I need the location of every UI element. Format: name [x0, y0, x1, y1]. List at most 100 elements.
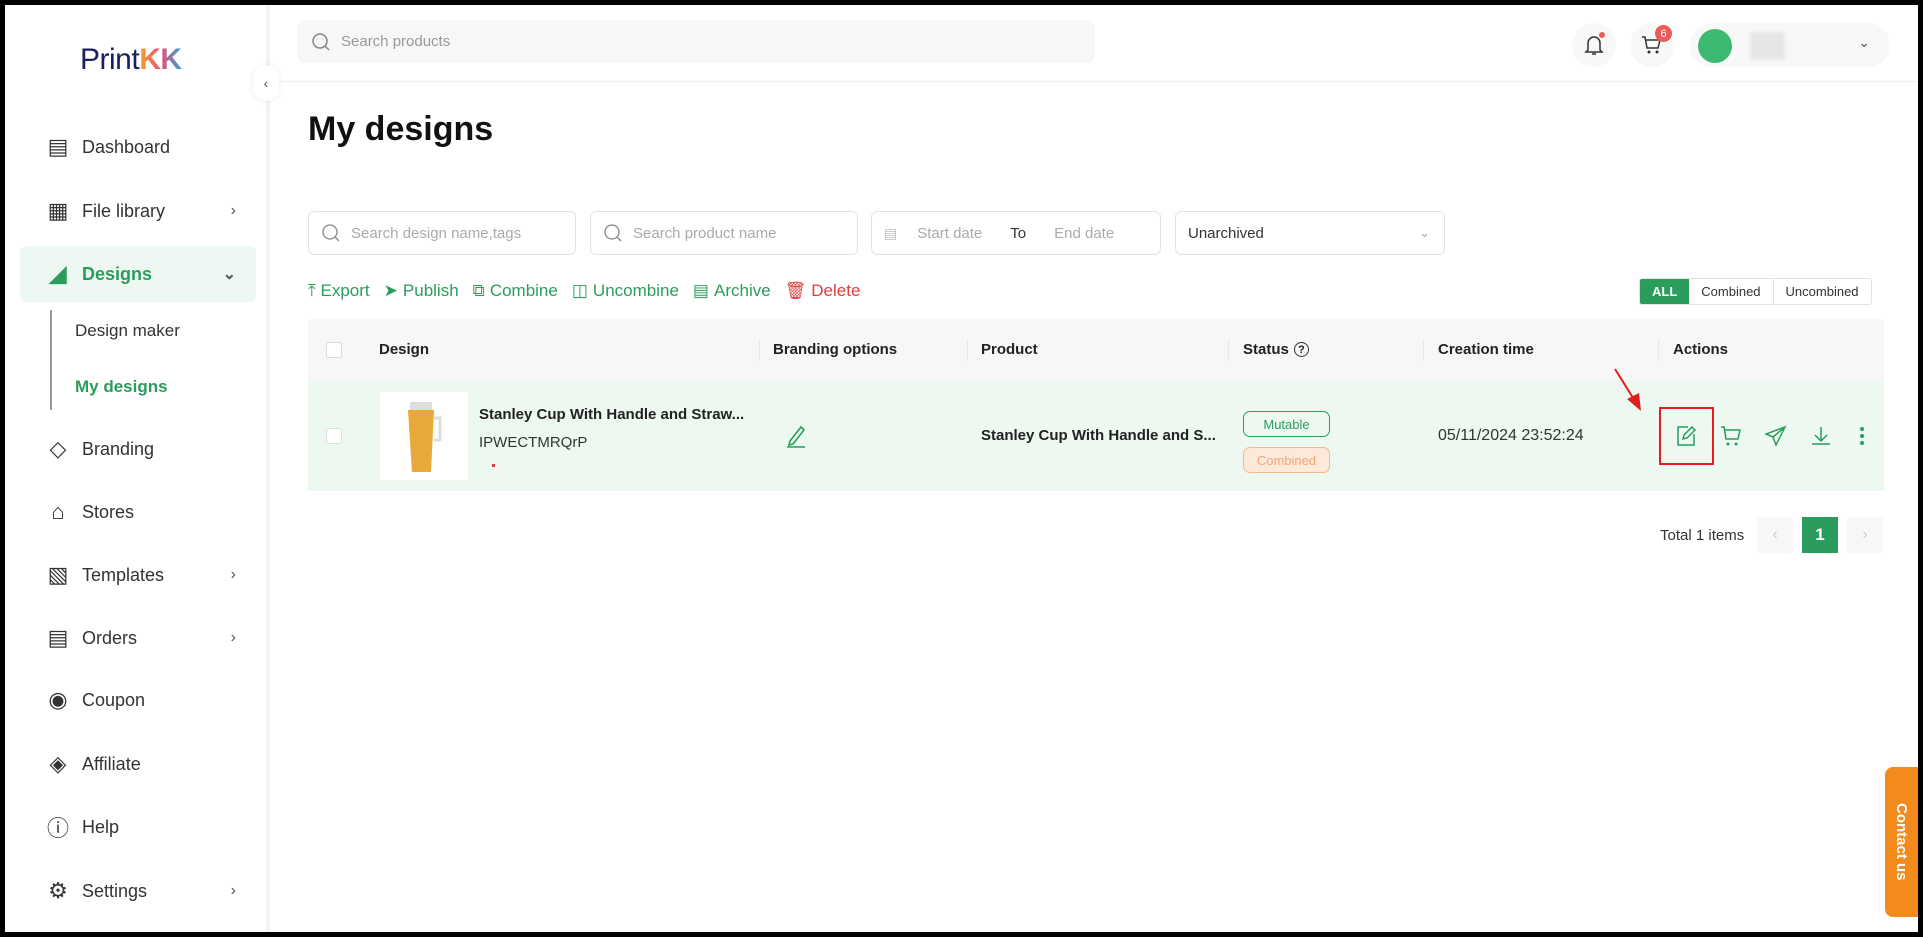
contact-us-button[interactable]: Contact us	[1885, 767, 1918, 917]
trash-icon: 🗑	[784, 281, 807, 300]
sidebar-item-label: Orders	[82, 627, 138, 648]
sidebar-item-coupon[interactable]: ◉ Coupon	[20, 672, 256, 728]
notifications-button[interactable]	[1572, 23, 1616, 67]
app-window: PrintKK ▤ Dashboard ▦ File library › ◢ Designs…	[5, 5, 1918, 932]
download-button[interactable]	[1809, 380, 1833, 491]
label: Contact us	[1893, 803, 1910, 881]
design-search-input[interactable]: Search design name,tags	[308, 211, 576, 255]
edit-icon	[1677, 425, 1697, 446]
sidebar: PrintKK ▤ Dashboard ▦ File library › ◢ Designs…	[5, 5, 270, 932]
logo[interactable]: PrintKK	[80, 43, 182, 77]
sidebar-item-settings[interactable]: ⚙ Settings ›	[20, 863, 256, 919]
tumbler-image	[408, 402, 442, 472]
download-icon	[1812, 426, 1830, 445]
sidebar-item-stores[interactable]: ⌂ Stores	[20, 484, 256, 540]
select-all-checkbox[interactable]	[326, 341, 342, 358]
status-badge-mutable: Mutable	[1243, 411, 1330, 437]
placeholder: Search product name	[633, 224, 777, 242]
sidebar-item-label: Affiliate	[82, 753, 141, 774]
date-range-picker[interactable]: ▤ Start date To End date	[871, 211, 1161, 255]
sidebar-item-label: Coupon	[82, 689, 146, 710]
archive-select[interactable]: Unarchived ⌄	[1175, 211, 1445, 255]
product-search-input[interactable]: Search products	[297, 20, 1095, 63]
delete-button[interactable]: 🗑 Delete	[785, 281, 861, 301]
affiliate-icon: ◈	[49, 751, 67, 776]
segment-combined[interactable]: Combined	[1689, 279, 1772, 304]
chevron-icon: ›	[230, 202, 236, 219]
user-menu[interactable]: ⌄	[1690, 23, 1890, 67]
add-to-cart-button[interactable]	[1719, 380, 1743, 491]
edit-design-button[interactable]	[1674, 380, 1698, 491]
export-button[interactable]: ⤒ Export	[308, 281, 370, 301]
design-thumbnail[interactable]	[380, 392, 468, 480]
archive-button[interactable]: ▤ Archive	[693, 281, 771, 301]
sidebar-item-branding[interactable]: ◇ Branding	[20, 421, 256, 477]
logo-text: Print	[80, 43, 140, 76]
templates-icon: ▧	[47, 562, 69, 587]
sidebar-subitem-my-designs[interactable]: My designs	[75, 377, 168, 397]
design-id: IPWECTMRQrP	[479, 434, 588, 451]
sidebar-subitem-design-maker[interactable]: Design maker	[75, 321, 180, 341]
logo-kk: KK	[139, 43, 182, 76]
uncombine-button[interactable]: ◫ Uncombine	[572, 281, 679, 301]
combine-filter: ALL Combined Uncombined	[1639, 278, 1872, 305]
chevron-icon: ›	[230, 566, 236, 583]
combine-button[interactable]: ⧉ Combine	[473, 281, 558, 301]
segment-all[interactable]: ALL	[1640, 279, 1690, 304]
uncombine-icon: ◫	[571, 281, 588, 300]
send-icon	[1764, 425, 1787, 447]
segment-uncombined[interactable]: Uncombined	[1772, 279, 1871, 304]
search-icon	[604, 224, 622, 242]
sidebar-item-label: Branding	[82, 438, 155, 459]
page-1-button[interactable]: 1	[1802, 517, 1838, 553]
notification-dot	[1599, 32, 1605, 38]
cart-icon	[1721, 425, 1741, 445]
sidebar-item-file-library[interactable]: ▦ File library ›	[20, 183, 256, 239]
publish-button[interactable]: ➤ Publish	[384, 281, 459, 301]
tag-icon: ◇	[49, 436, 67, 461]
start-date[interactable]: Start date	[917, 225, 982, 242]
edit-branding-button[interactable]	[784, 380, 808, 491]
page-title: My designs	[308, 110, 494, 148]
coupon-icon: ◉	[48, 687, 68, 712]
next-page-button[interactable]: ›	[1847, 517, 1883, 553]
help-icon: ⓘ	[46, 816, 69, 841]
sidebar-item-help[interactable]: ⓘ Help	[20, 799, 256, 855]
help-icon[interactable]: ?	[1293, 342, 1309, 357]
designs-icon: ◢	[49, 261, 67, 286]
product-name-search-input[interactable]: Search product name	[590, 211, 858, 255]
search-icon	[322, 224, 340, 242]
chevron-left-icon: ‹	[263, 75, 269, 91]
total-items: Total 1 items	[1660, 526, 1745, 544]
placeholder: Search design name,tags	[351, 224, 522, 242]
more-actions-button[interactable]	[1858, 380, 1866, 491]
label: Delete	[811, 281, 861, 300]
combine-icon: ⧉	[472, 281, 485, 300]
sidebar-item-orders[interactable]: ▤ Orders ›	[20, 610, 256, 666]
label: Status	[1243, 341, 1289, 358]
col-design: Design	[379, 341, 430, 358]
sidebar-item-label: Help	[82, 816, 120, 837]
cart-button[interactable]: 6	[1630, 23, 1674, 67]
username-blurred	[1750, 32, 1785, 60]
sidebar-item-label: Settings	[82, 880, 148, 901]
marker-dot	[492, 464, 495, 467]
pencil-icon	[787, 425, 806, 448]
calendar-icon: ▤	[884, 224, 898, 241]
row-checkbox[interactable]	[326, 427, 342, 444]
image-icon: ▦	[47, 198, 69, 223]
design-name[interactable]: Stanley Cup With Handle and Straw...	[479, 406, 744, 423]
search-icon	[312, 32, 330, 51]
cart-badge: 6	[1655, 25, 1672, 42]
sidebar-item-templates[interactable]: ▧ Templates ›	[20, 547, 256, 603]
table-row[interactable]: Stanley Cup With Handle and Straw... IPW…	[308, 380, 1884, 491]
publish-row-button[interactable]	[1764, 380, 1788, 491]
sidebar-item-dashboard[interactable]: ▤ Dashboard	[20, 119, 256, 175]
label: Uncombine	[592, 281, 679, 300]
col-branding: Branding options	[773, 341, 898, 358]
prev-page-button[interactable]: ‹	[1757, 517, 1793, 553]
collapse-sidebar-button[interactable]: ‹	[253, 65, 279, 101]
sidebar-item-designs[interactable]: ◢ Designs ⌄	[20, 246, 256, 302]
end-date[interactable]: End date	[1054, 225, 1114, 242]
sidebar-item-affiliate[interactable]: ◈ Affiliate	[20, 736, 256, 792]
